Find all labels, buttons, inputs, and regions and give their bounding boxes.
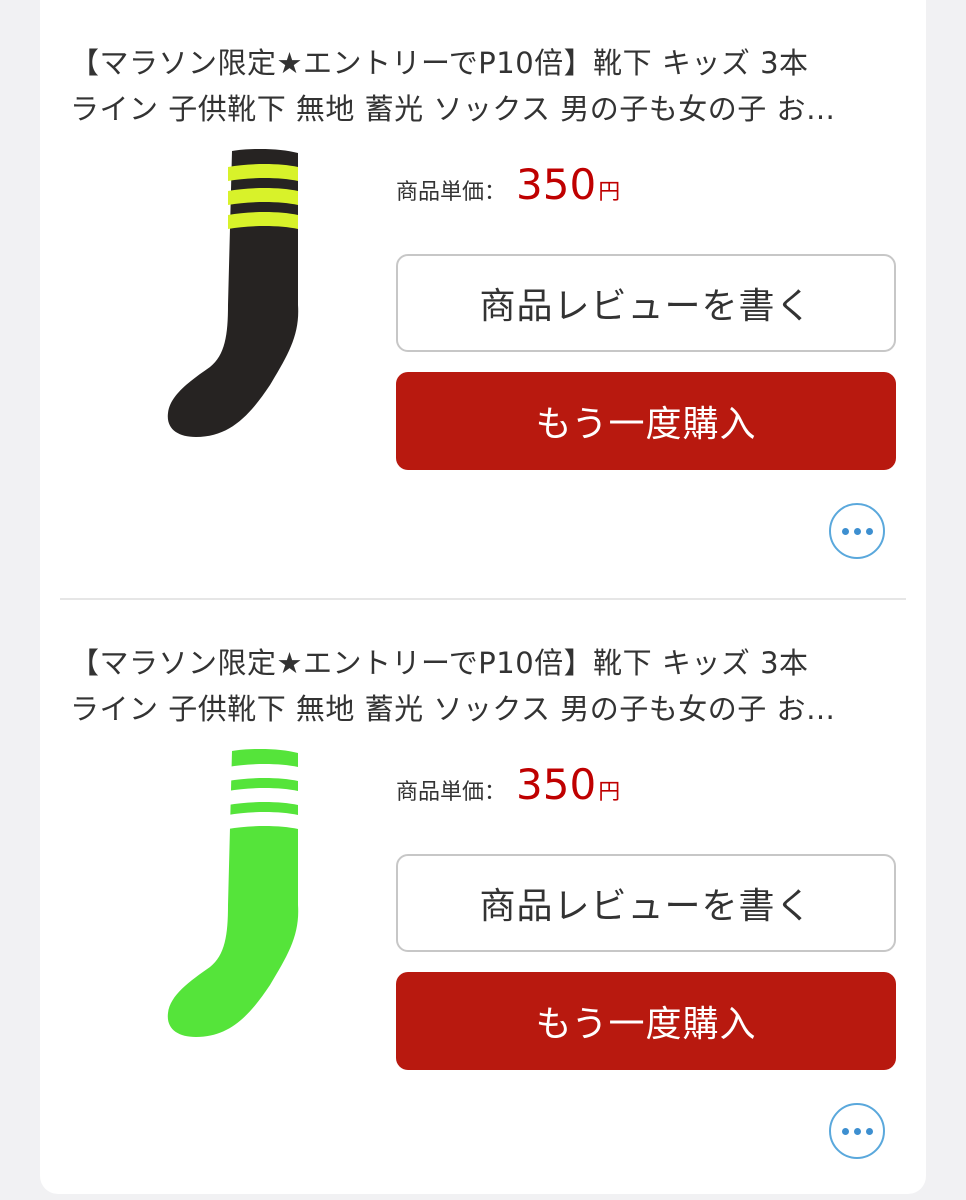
product-title-line: ライン 子供靴下 無地 蓄光 ソックス 男の子も女の子 お… [70, 692, 836, 726]
product-thumbnail[interactable] [130, 745, 305, 1045]
dot [853, 1127, 861, 1135]
ellipsis-icon[interactable] [829, 1103, 885, 1159]
write-review-button[interactable]: 商品レビューを書く [396, 254, 896, 352]
ellipsis-icon[interactable] [829, 503, 885, 559]
unit-price: 商品単価： 350 円 [396, 160, 620, 220]
dot [865, 1127, 873, 1135]
product-title-line: 【マラソン限定★エントリーでP10倍】靴下 キッズ 3本 [70, 646, 809, 680]
dot [853, 527, 861, 535]
buy-again-button[interactable]: もう一度購入 [396, 372, 896, 470]
product-title[interactable]: 【マラソン限定★エントリーでP10倍】靴下 キッズ 3本 ライン 子供靴下 無地… [70, 640, 900, 732]
product-thumbnail[interactable] [130, 145, 305, 445]
order-item: 【マラソン限定★エントリーでP10倍】靴下 キッズ 3本 ライン 子供靴下 無地… [40, 600, 926, 1194]
unit-price: 商品単価： 350 円 [396, 760, 620, 820]
dot [865, 527, 873, 535]
sock-image [167, 148, 299, 437]
price-label: 商品単価： [396, 180, 507, 205]
write-review-button[interactable]: 商品レビューを書く [396, 854, 896, 952]
price-unit: 円 [598, 180, 621, 205]
purchase-history-card: 【マラソン限定★エントリーでP10倍】靴下 キッズ 3本 ライン 子供靴下 無地… [40, 0, 926, 1194]
price-unit: 円 [598, 780, 621, 805]
price-value: 350 [516, 160, 597, 209]
dot [841, 1127, 849, 1135]
price-value: 350 [516, 760, 597, 809]
product-title-line: ライン 子供靴下 無地 蓄光 ソックス 男の子も女の子 お… [70, 92, 836, 126]
product-title[interactable]: 【マラソン限定★エントリーでP10倍】靴下 キッズ 3本 ライン 子供靴下 無地… [70, 40, 900, 132]
price-label: 商品単価： [396, 780, 507, 805]
product-title-line: 【マラソン限定★エントリーでP10倍】靴下 キッズ 3本 [70, 46, 809, 80]
buy-again-button[interactable]: もう一度購入 [396, 972, 896, 1070]
dot [841, 527, 849, 535]
order-item: 【マラソン限定★エントリーでP10倍】靴下 キッズ 3本 ライン 子供靴下 無地… [40, 0, 926, 594]
sock-image [167, 748, 299, 1037]
